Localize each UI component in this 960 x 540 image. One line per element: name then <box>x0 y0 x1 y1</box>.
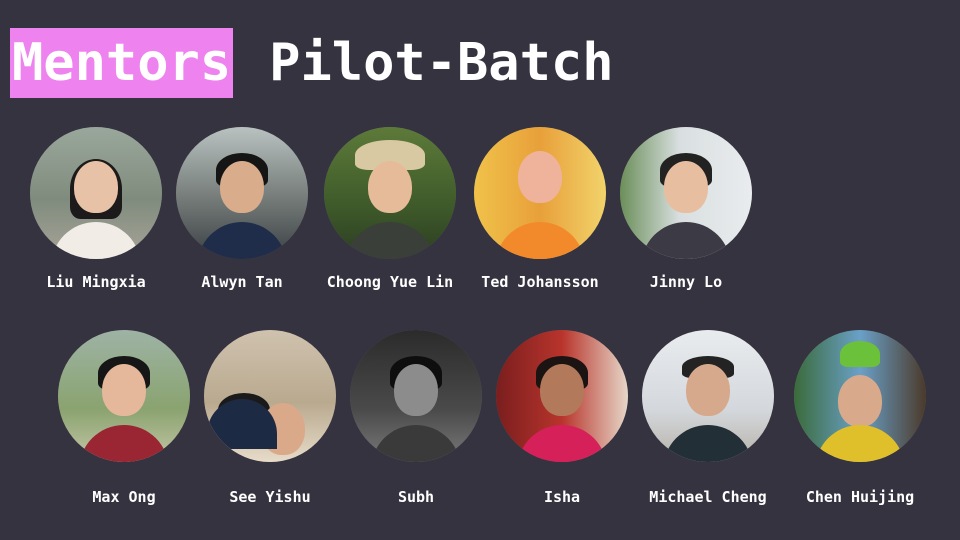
mentor-photo <box>474 127 606 259</box>
mentor-card: Isha <box>482 330 642 506</box>
mentor-name: Isha <box>543 488 581 506</box>
mentor-name: Subh <box>397 488 435 506</box>
mentor-card: Ted Johansson <box>460 127 620 291</box>
mentor-photo <box>204 330 336 462</box>
mentor-name: Jinny Lo <box>649 273 723 291</box>
mentor-photo <box>176 127 308 259</box>
mentor-card: Subh <box>336 330 496 506</box>
mentor-photo <box>350 330 482 462</box>
mentor-card: Choong Yue Lin <box>310 127 470 291</box>
mentor-name: Chen Huijing <box>805 488 915 506</box>
mentor-photo <box>794 330 926 462</box>
mentor-photo <box>496 330 628 462</box>
mentor-card: See Yishu <box>190 330 350 506</box>
mentor-card: Alwyn Tan <box>162 127 322 291</box>
mentor-photo <box>30 127 162 259</box>
slide-title: Mentors Pilot-Batch <box>10 28 614 98</box>
mentor-card: Michael Cheng <box>628 330 788 506</box>
mentor-name: Max Ong <box>92 488 156 506</box>
mentor-name: Ted Johansson <box>481 273 599 291</box>
title-highlight: Mentors <box>10 28 234 98</box>
mentor-name: Choong Yue Lin <box>326 273 454 291</box>
mentor-photo <box>324 127 456 259</box>
mentor-card: Max Ong <box>44 330 204 506</box>
mentor-name: Michael Cheng <box>649 488 767 506</box>
mentor-card: Jinny Lo <box>606 127 766 291</box>
mentor-photo <box>642 330 774 462</box>
mentor-name: Liu Mingxia <box>46 273 146 291</box>
mentor-card: Liu Mingxia <box>16 127 176 291</box>
mentor-name: See Yishu <box>229 488 311 506</box>
mentor-photo <box>620 127 752 259</box>
title-text: Pilot-Batch <box>269 33 614 93</box>
mentor-photo <box>58 330 190 462</box>
mentor-card: Chen Huijing <box>780 330 940 506</box>
mentor-name: Alwyn Tan <box>201 273 283 291</box>
